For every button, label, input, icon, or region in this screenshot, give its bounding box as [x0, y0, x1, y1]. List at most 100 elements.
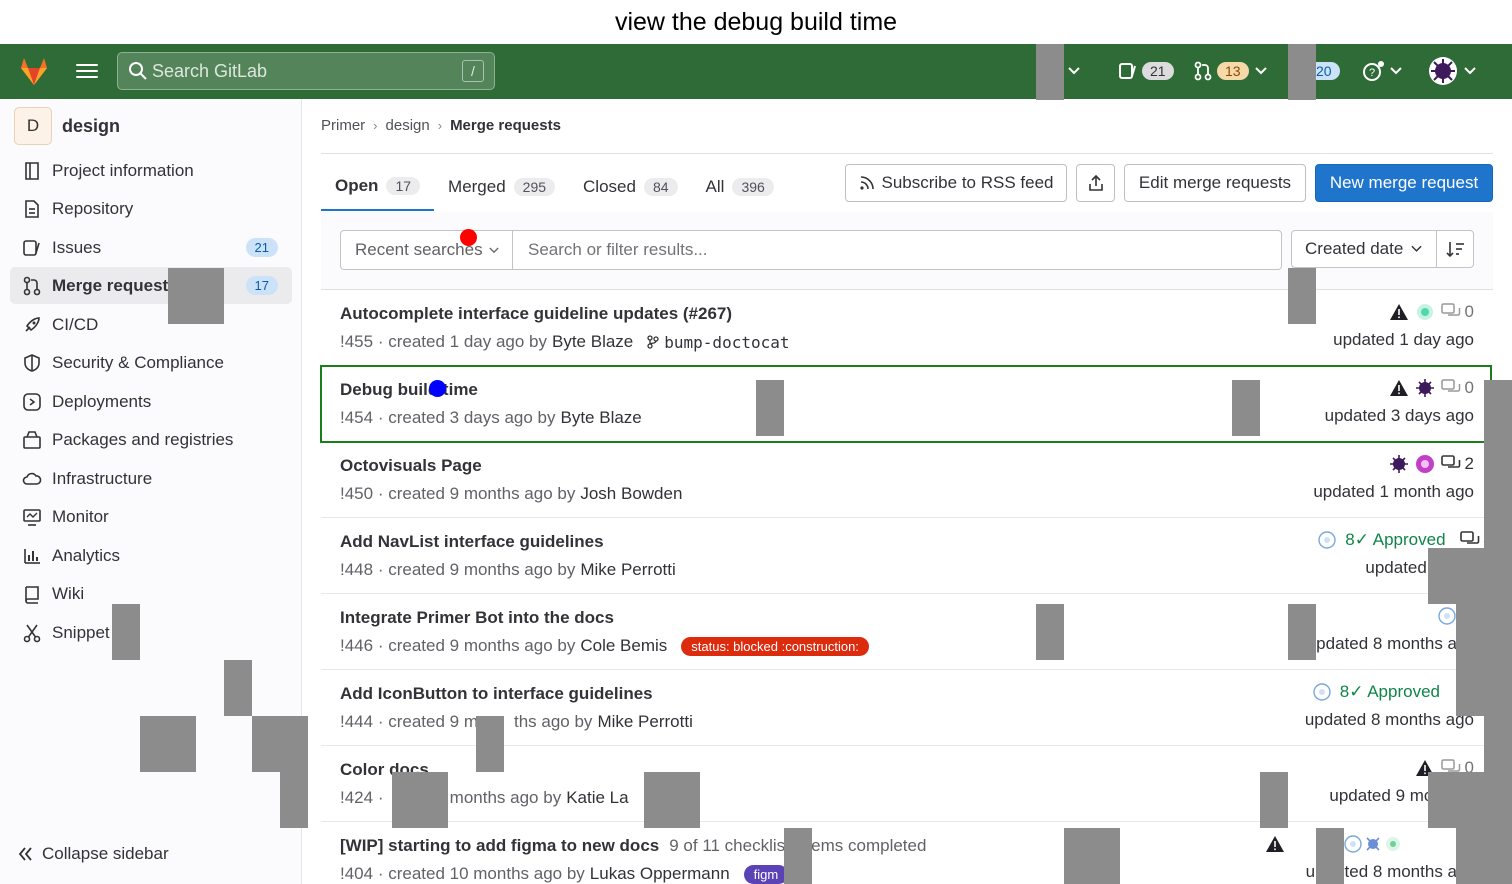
mr-title[interactable]: Autocomplete interface guideline updates…: [340, 304, 732, 324]
project-header[interactable]: D design: [14, 107, 120, 145]
svg-text:?: ?: [1369, 67, 1375, 79]
hamburger-icon[interactable]: [76, 60, 98, 82]
reviewer-avatar[interactable]: [1415, 302, 1435, 322]
redaction-block: [112, 604, 140, 660]
reviewer-avatar[interactable]: [1389, 454, 1409, 474]
figma-label[interactable]: figm: [743, 864, 789, 884]
comments-count[interactable]: 0: [1440, 302, 1474, 322]
breadcrumb-item[interactable]: Primer: [321, 117, 365, 134]
recent-searches-dropdown[interactable]: Recent searches: [340, 230, 513, 270]
mr-list-item[interactable]: Octovisuals Page !450 · created 9 months…: [321, 442, 1493, 518]
new-merge-request-button[interactable]: New merge request: [1315, 164, 1493, 202]
mr-updated: pdated 8 months a: [1316, 634, 1457, 653]
rss-button[interactable]: Subscribe to RSS feed: [845, 164, 1067, 202]
sidebar-item-snippets[interactable]: Snippet: [10, 614, 292, 651]
create-new-dropdown[interactable]: [1062, 58, 1080, 84]
redaction-block: [1484, 716, 1512, 772]
source-branch[interactable]: bump-doctocat: [647, 333, 790, 352]
sidebar-item-merge-requests[interactable]: Merge request 17: [10, 267, 292, 304]
mr-author[interactable]: Lukas Oppermann: [590, 864, 730, 884]
mr-status: 0: [1383, 302, 1474, 322]
mr-author[interactable]: Byte Blaze: [552, 332, 633, 352]
breadcrumb-item[interactable]: design: [386, 117, 430, 134]
comments-count[interactable]: 2: [1440, 454, 1474, 474]
tab-open[interactable]: Open 17: [321, 163, 435, 211]
approval-status[interactable]: 8✓ Approved: [1340, 682, 1440, 702]
mr-created: · created 9 m: [377, 712, 478, 731]
tab-merged[interactable]: Merged 295: [434, 163, 569, 211]
approval-status[interactable]: 8✓ Approved: [1345, 530, 1445, 550]
sidebar-item-packages[interactable]: Packages and registries: [10, 421, 292, 458]
rocket-icon: [25, 316, 40, 332]
sidebar-item-infrastructure[interactable]: Infrastructure: [10, 460, 292, 497]
mr-status: 8✓ Approved 4: [1311, 530, 1493, 550]
approved-label: Approved: [1372, 530, 1446, 549]
export-button[interactable]: [1076, 164, 1115, 202]
mr-list-item[interactable]: Add NavList interface guidelines !448 · …: [321, 518, 1493, 594]
mr-title[interactable]: Integrate Primer Bot into the docs: [340, 608, 614, 628]
sidebar-item-label: Project information: [52, 160, 194, 180]
warning-icon[interactable]: [1389, 302, 1409, 322]
sidebar-item-cicd[interactable]: CI/CD: [10, 306, 292, 343]
sidebar-item-deployments[interactable]: Deployments: [10, 383, 292, 420]
mr-list-item[interactable]: Integrate Primer Bot into the docs !446 …: [321, 594, 1493, 670]
mr-list-item[interactable]: Autocomplete interface guideline updates…: [321, 290, 1493, 366]
sort-dropdown[interactable]: Created date: [1291, 230, 1437, 268]
reviewer-avatar[interactable]: [1383, 834, 1403, 854]
mr-author[interactable]: Mike Perrotti: [580, 560, 675, 580]
search-input[interactable]: Search GitLab /: [117, 52, 495, 90]
gitlab-logo[interactable]: [18, 56, 50, 86]
user-menu[interactable]: [1428, 57, 1476, 85]
mr-iid: !450: [340, 484, 374, 503]
mr-author[interactable]: Mike Perrotti: [597, 712, 692, 732]
avatar: [1429, 57, 1457, 85]
sidebar-item-repository[interactable]: Repository: [10, 190, 292, 227]
deployments-icon: [23, 392, 41, 411]
mr-author[interactable]: Katie La: [566, 788, 628, 808]
breadcrumb-current[interactable]: Merge requests: [450, 117, 561, 134]
reviewer-avatar[interactable]: [1437, 606, 1457, 626]
sidebar-item-security[interactable]: Security & Compliance: [10, 344, 292, 381]
mr-meta: !448 · created 9 months ago by Mike Perro…: [340, 560, 676, 580]
mr-author[interactable]: Josh Bowden: [580, 484, 682, 504]
tab-all[interactable]: All 396: [692, 163, 788, 211]
reviewer-avatar[interactable]: [1343, 834, 1363, 854]
reviewer-avatar[interactable]: [1415, 454, 1435, 474]
mr-title[interactable]: [WIP] starting to add figma to new docs: [340, 836, 659, 855]
mr-title[interactable]: Add NavList interface guidelines: [340, 532, 604, 552]
sidebar-item-issues[interactable]: Issues 21: [10, 229, 292, 266]
reviewer-avatar[interactable]: [1363, 834, 1383, 854]
issues-nav[interactable]: 21: [1118, 58, 1174, 84]
filter-search-input[interactable]: Search or filter results...: [512, 230, 1282, 270]
help-nav[interactable]: ?: [1362, 58, 1402, 84]
sidebar-item-project-information[interactable]: Project information: [10, 152, 292, 189]
search-icon: [129, 62, 147, 80]
edit-merge-requests-button[interactable]: Edit merge requests: [1124, 164, 1306, 202]
reviewer-avatar[interactable]: [1312, 682, 1332, 702]
mr-author[interactable]: Cole Bemis: [580, 636, 667, 656]
merge-request-icon: [1194, 61, 1212, 81]
blue-marker: [429, 380, 446, 397]
reviewer-avatar[interactable]: [1317, 530, 1337, 550]
sidebar-item-label: CI/CD: [52, 314, 99, 334]
sort-direction-button[interactable]: [1436, 230, 1474, 268]
collapse-sidebar-button[interactable]: Collapse sidebar: [18, 844, 169, 864]
sidebar-item-wiki[interactable]: Wiki: [10, 575, 292, 612]
comments-icon: [1440, 455, 1460, 468]
redaction-block: [756, 380, 784, 436]
project-name: design: [62, 115, 121, 136]
sidebar-item-analytics[interactable]: Analytics: [10, 537, 292, 574]
sidebar-item-label: Monitor: [52, 506, 109, 526]
status-label[interactable]: status: blocked :construction:: [681, 636, 869, 656]
warning-icon[interactable]: [1265, 834, 1285, 854]
tab-closed[interactable]: Closed 84: [569, 163, 692, 211]
chevron-down-icon: [1390, 67, 1402, 75]
mr-title[interactable]: Add IconButton to interface guidelines: [340, 684, 653, 704]
merge-request-icon: [23, 276, 41, 295]
mr-title[interactable]: Octovisuals Page: [340, 456, 482, 476]
checklist-progress-tail: ems completed: [811, 836, 927, 855]
merge-requests-nav[interactable]: 13: [1193, 58, 1267, 84]
rss-label: Subscribe to RSS feed: [881, 173, 1054, 192]
double-chevron-left-icon: [18, 847, 32, 861]
sidebar-item-monitor[interactable]: Monitor: [10, 498, 292, 535]
